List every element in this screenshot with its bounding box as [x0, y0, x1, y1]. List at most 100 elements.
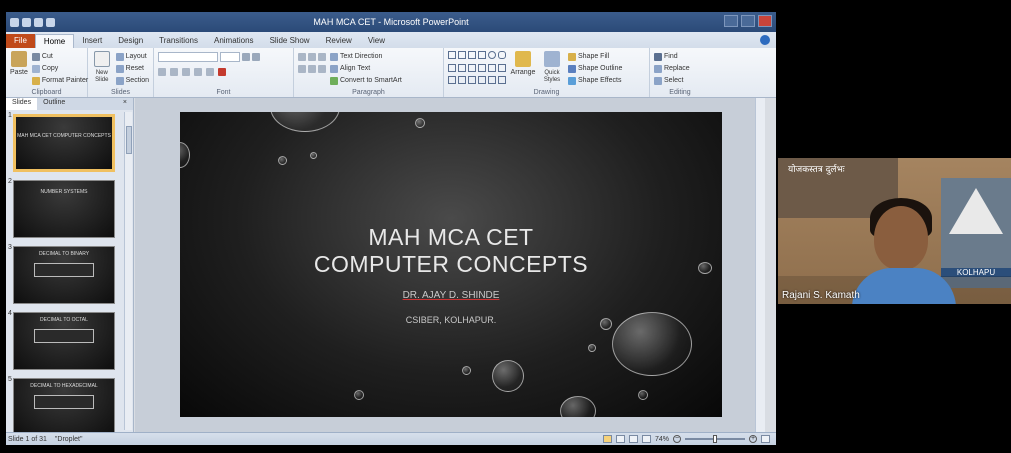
quick-styles-label: Quick Styles: [543, 70, 561, 83]
tab-transitions[interactable]: Transitions: [151, 34, 206, 48]
quick-styles-button[interactable]: Quick Styles: [540, 51, 564, 87]
tab-home[interactable]: Home: [34, 34, 75, 48]
bold-icon[interactable]: [158, 67, 166, 76]
shape-brace3[interactable]: [488, 76, 496, 85]
copy-button[interactable]: Copy: [31, 63, 88, 74]
shadow-icon[interactable]: [194, 67, 202, 76]
shrink-font-icon[interactable]: [252, 52, 260, 61]
minimize-button[interactable]: [724, 15, 738, 27]
italic-icon[interactable]: [170, 67, 178, 76]
shape-effects-button[interactable]: Shape Effects: [568, 75, 622, 86]
shape-brace2[interactable]: [478, 76, 486, 85]
shape-arrow2[interactable]: [488, 63, 496, 72]
indent-icon[interactable]: [318, 52, 326, 61]
new-slide-button[interactable]: New Slide: [92, 51, 112, 87]
align-text-button[interactable]: Align Text: [330, 63, 402, 74]
slide-thumbnail-1[interactable]: MAH MCA CET COMPUTER CONCEPTS: [13, 114, 115, 172]
paragraph-group-label: Paragraph: [352, 89, 385, 96]
slide-thumbnail-2[interactable]: NUMBER SYSTEMS: [13, 180, 115, 238]
slide-thumbnail-5[interactable]: DECIMAL TO HEXADECIMAL: [13, 378, 115, 436]
shape-oval[interactable]: [488, 51, 496, 59]
select-button[interactable]: Select: [654, 75, 690, 86]
format-painter-button[interactable]: Format Painter: [31, 75, 88, 86]
cut-button[interactable]: Cut: [31, 51, 88, 62]
shape-line2[interactable]: [468, 51, 476, 59]
shapes-gallery[interactable]: [448, 51, 506, 87]
shape-curve[interactable]: [448, 76, 456, 85]
shape-arrow[interactable]: [478, 63, 486, 72]
scrollbar-thumb[interactable]: [126, 126, 132, 154]
layout-button[interactable]: Layout: [115, 51, 149, 62]
paste-icon: [10, 51, 27, 67]
tab-file[interactable]: File: [6, 34, 35, 48]
normal-view-icon[interactable]: [602, 435, 612, 443]
zoom-level[interactable]: 74%: [655, 436, 669, 443]
slide-thumbnail-4[interactable]: DECIMAL TO OCTAL: [13, 312, 115, 370]
shape-line[interactable]: [458, 51, 466, 59]
slide-show-view-icon[interactable]: [641, 435, 651, 443]
fit-to-window-icon[interactable]: [761, 435, 770, 443]
tab-view[interactable]: View: [360, 34, 393, 48]
font-name-box[interactable]: [158, 51, 218, 62]
align-right-icon[interactable]: [318, 64, 326, 73]
shape-fill-button[interactable]: Shape Fill: [568, 51, 622, 62]
close-pane-icon[interactable]: ×: [117, 98, 133, 110]
shape-star[interactable]: [498, 76, 506, 85]
slide-thumbnail-3[interactable]: DECIMAL TO BINARY: [13, 246, 115, 304]
grow-font-icon[interactable]: [242, 52, 250, 61]
brush-icon: [31, 76, 40, 85]
slide-title-line-1: MAH MCA CET: [368, 224, 534, 250]
convert-smartart-button[interactable]: Convert to SmartArt: [330, 75, 402, 86]
droplet-decoration: [588, 344, 596, 352]
underline-icon[interactable]: [182, 67, 190, 76]
zoom-slider-handle[interactable]: [713, 435, 717, 443]
reset-button[interactable]: Reset: [115, 63, 149, 74]
align-left-icon[interactable]: [298, 64, 306, 73]
binoculars-icon: [654, 52, 662, 61]
arrange-button[interactable]: Arrange: [510, 51, 536, 87]
tab-outline[interactable]: Outline: [37, 98, 71, 110]
align-center-icon[interactable]: [308, 64, 316, 73]
shape-connector[interactable]: [468, 63, 476, 72]
help-icon[interactable]: [760, 35, 770, 45]
slide-editor-scrollbar[interactable]: [755, 98, 765, 432]
section-label: Section: [125, 77, 149, 84]
find-button[interactable]: Find: [654, 51, 690, 62]
font-size-box[interactable]: [220, 51, 240, 62]
zoom-slider[interactable]: [685, 435, 745, 443]
section-button[interactable]: Section: [115, 75, 149, 86]
tab-slides[interactable]: Slides: [6, 98, 38, 110]
zoom-out-icon[interactable]: −: [673, 435, 681, 443]
tab-design[interactable]: Design: [110, 34, 151, 48]
zoom-in-icon[interactable]: +: [749, 435, 757, 443]
reading-view-icon[interactable]: [628, 435, 638, 443]
current-slide[interactable]: MAH MCA CET COMPUTER CONCEPTS DR. AJAY D…: [180, 112, 722, 417]
shape-brace[interactable]: [468, 76, 476, 85]
tab-animations[interactable]: Animations: [206, 34, 262, 48]
shape-rounded[interactable]: [498, 51, 506, 59]
replace-icon: [654, 64, 662, 73]
shape-rect2[interactable]: [478, 51, 486, 59]
shape-triangle[interactable]: [448, 63, 456, 72]
tab-review[interactable]: Review: [318, 34, 360, 48]
ribbon-tabs: File Home Insert Design Transitions Anim…: [6, 32, 776, 48]
maximize-button[interactable]: [741, 15, 755, 27]
text-direction-button[interactable]: Text Direction: [330, 51, 402, 62]
slide-sorter-view-icon[interactable]: [615, 435, 625, 443]
tab-slide-show[interactable]: Slide Show: [262, 34, 318, 48]
shape-curve2[interactable]: [458, 76, 466, 85]
slides-pane-scrollbar[interactable]: [124, 112, 132, 430]
shape-l[interactable]: [458, 63, 466, 72]
thumbnail-text: DECIMAL TO BINARY: [38, 251, 90, 257]
font-color-icon[interactable]: [218, 67, 226, 76]
close-button[interactable]: [758, 15, 772, 27]
numbering-icon[interactable]: [308, 52, 316, 61]
strikethrough-icon[interactable]: [206, 67, 214, 76]
paste-button[interactable]: Paste: [10, 51, 28, 87]
tab-insert[interactable]: Insert: [74, 34, 110, 48]
bullets-icon[interactable]: [298, 52, 306, 61]
shape-pentagon[interactable]: [498, 63, 506, 72]
replace-button[interactable]: Replace: [654, 63, 690, 74]
shape-outline-button[interactable]: Shape Outline: [568, 63, 622, 74]
shape-rect[interactable]: [448, 51, 456, 59]
